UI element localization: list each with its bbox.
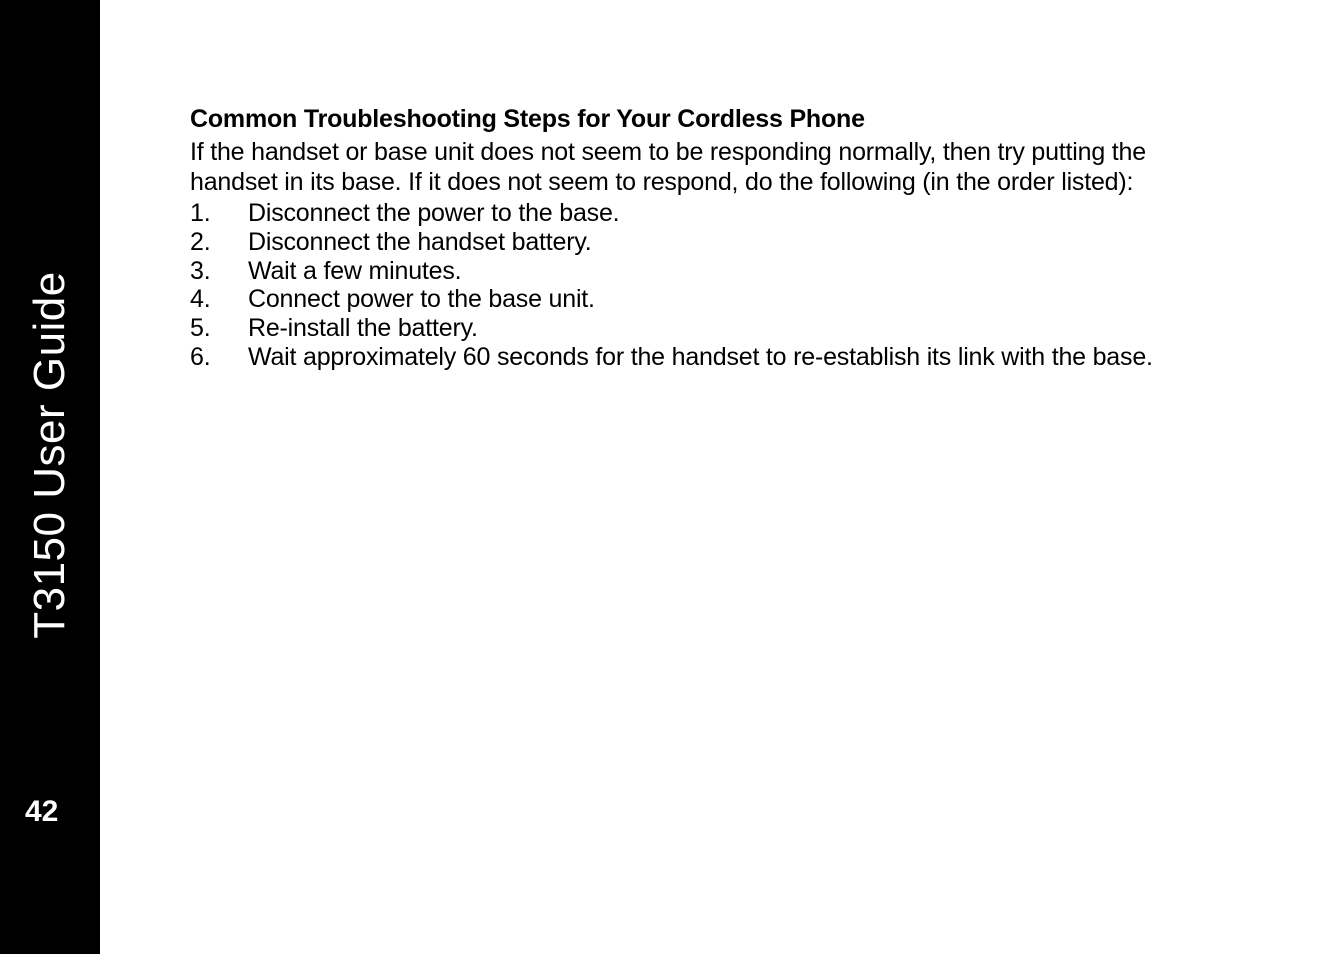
list-item: Disconnect the handset battery.: [190, 228, 1230, 257]
section-heading: Common Troubleshooting Steps for Your Co…: [190, 105, 1230, 134]
steps-list: Disconnect the power to the base. Discon…: [190, 199, 1230, 372]
intro-paragraph: If the handset or base unit does not see…: [190, 138, 1230, 197]
sidebar: T3150 User Guide 42: [0, 0, 100, 954]
list-item: Connect power to the base unit.: [190, 285, 1230, 314]
page-number: 42: [25, 795, 58, 829]
list-item: Wait approximately 60 seconds for the ha…: [190, 343, 1230, 372]
list-item: Disconnect the power to the base.: [190, 199, 1230, 228]
document-title: T3150 User Guide: [25, 271, 75, 639]
list-item: Wait a few minutes.: [190, 257, 1230, 286]
list-item: Re-install the battery.: [190, 314, 1230, 343]
main-content: Common Troubleshooting Steps for Your Co…: [190, 105, 1230, 372]
